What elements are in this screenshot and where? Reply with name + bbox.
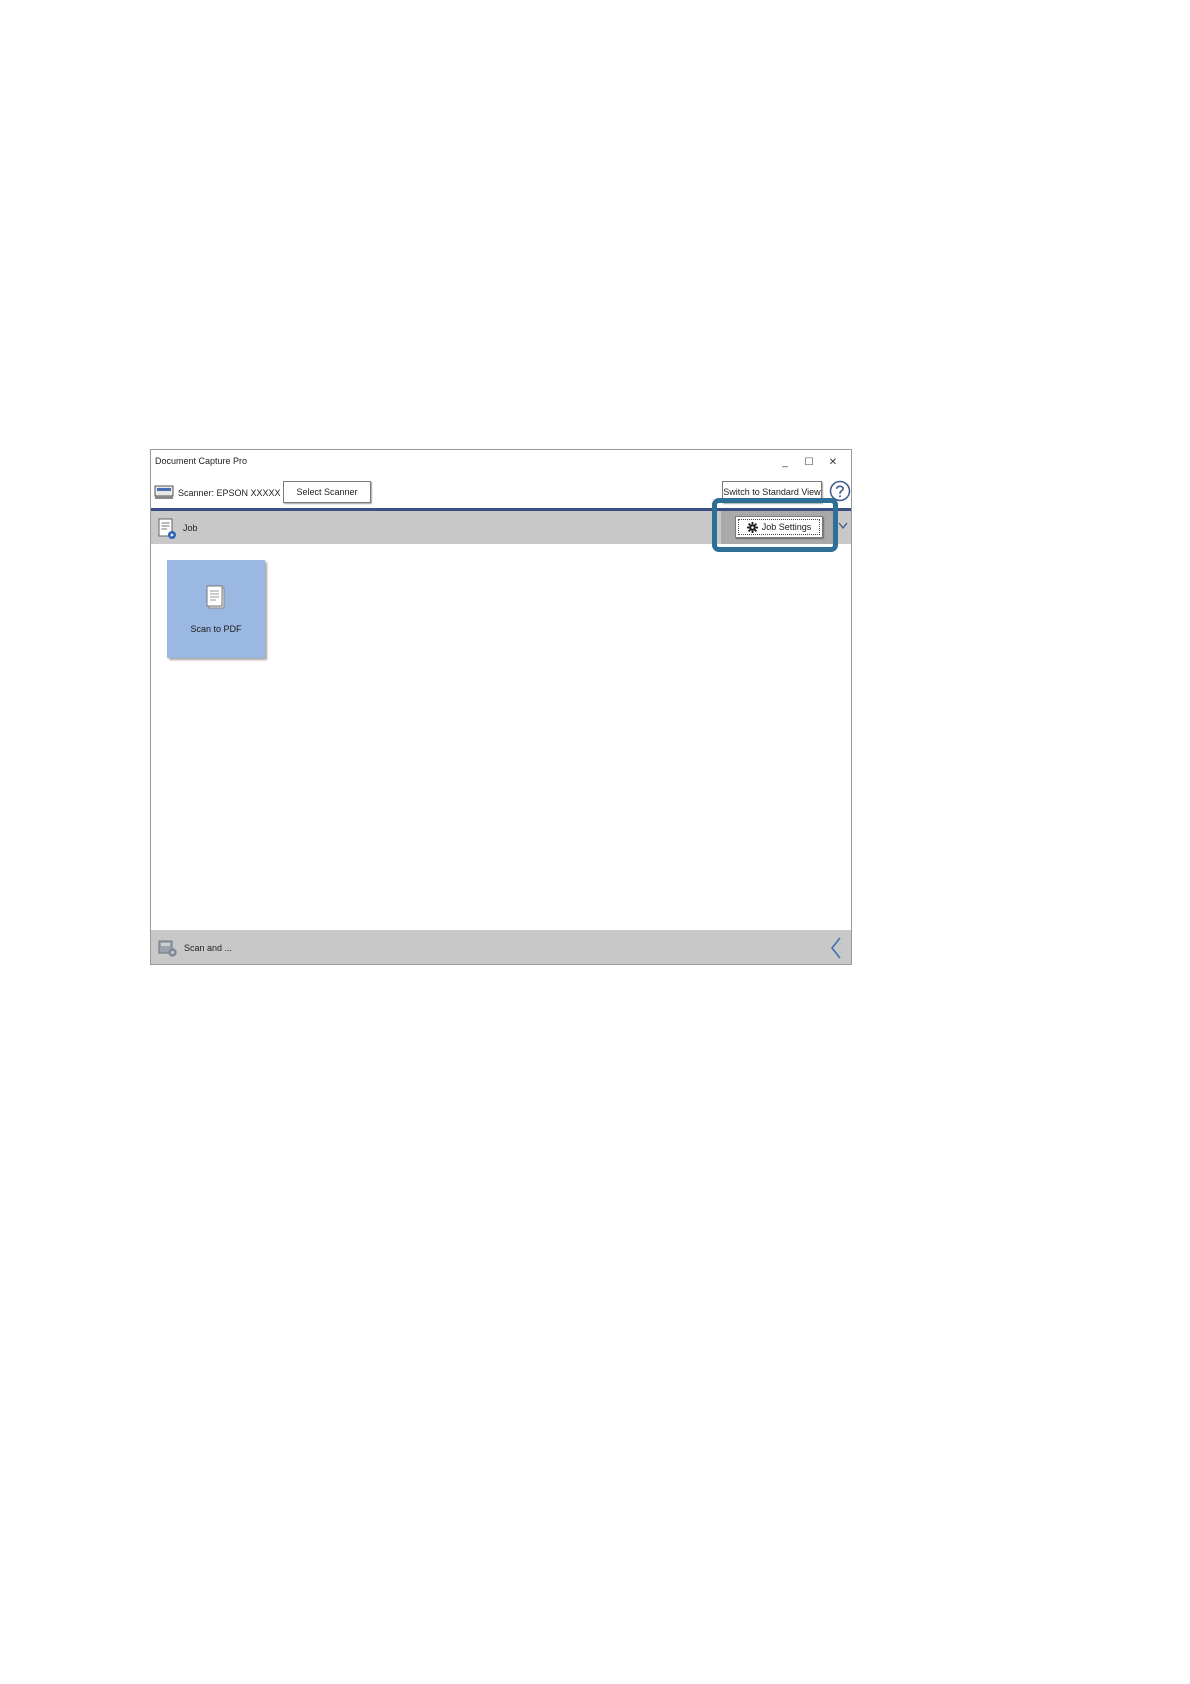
gear-icon [746,521,758,533]
select-scanner-button[interactable]: Select Scanner [283,481,371,503]
switch-to-standard-view-button[interactable]: Switch to Standard View [722,481,822,503]
scan-and-label: Scan and ... [184,943,233,953]
title-bar: Document Capture Pro _ ☐ ✕ [151,450,851,474]
scan-and-bar: Scan and ... [151,930,851,964]
job-bar: Job Job Settings [151,511,851,544]
scanner-name: Scanner: EPSON XXXXX [178,488,281,498]
scan-and-icon [158,940,177,957]
window-controls: _ ☐ ✕ [773,452,845,472]
help-icon[interactable] [829,480,851,502]
chevron-down-icon[interactable] [838,521,848,531]
maximize-button[interactable]: ☐ [797,452,821,472]
job-icon [158,518,176,539]
job-settings-button[interactable]: Job Settings [735,516,823,538]
job-tile-label: Scan to PDF [190,624,242,634]
chevron-left-icon[interactable] [829,936,843,960]
minimize-button[interactable]: _ [773,452,797,472]
scanner-icon [154,485,174,499]
app-window: Document Capture Pro _ ☐ ✕ Scanner: EPSO… [150,449,852,965]
job-bar-label: Job [183,523,198,533]
window-title: Document Capture Pro [155,456,248,466]
job-tile-scan-to-pdf[interactable]: Scan to PDF [167,560,265,658]
job-settings-label: Job Settings [761,522,812,532]
document-icon [206,585,225,609]
close-button[interactable]: ✕ [821,452,845,472]
scanner-toolbar: Scanner: EPSON XXXXX Select Scanner Swit… [151,478,851,508]
job-settings-area: Job Settings [721,511,837,544]
